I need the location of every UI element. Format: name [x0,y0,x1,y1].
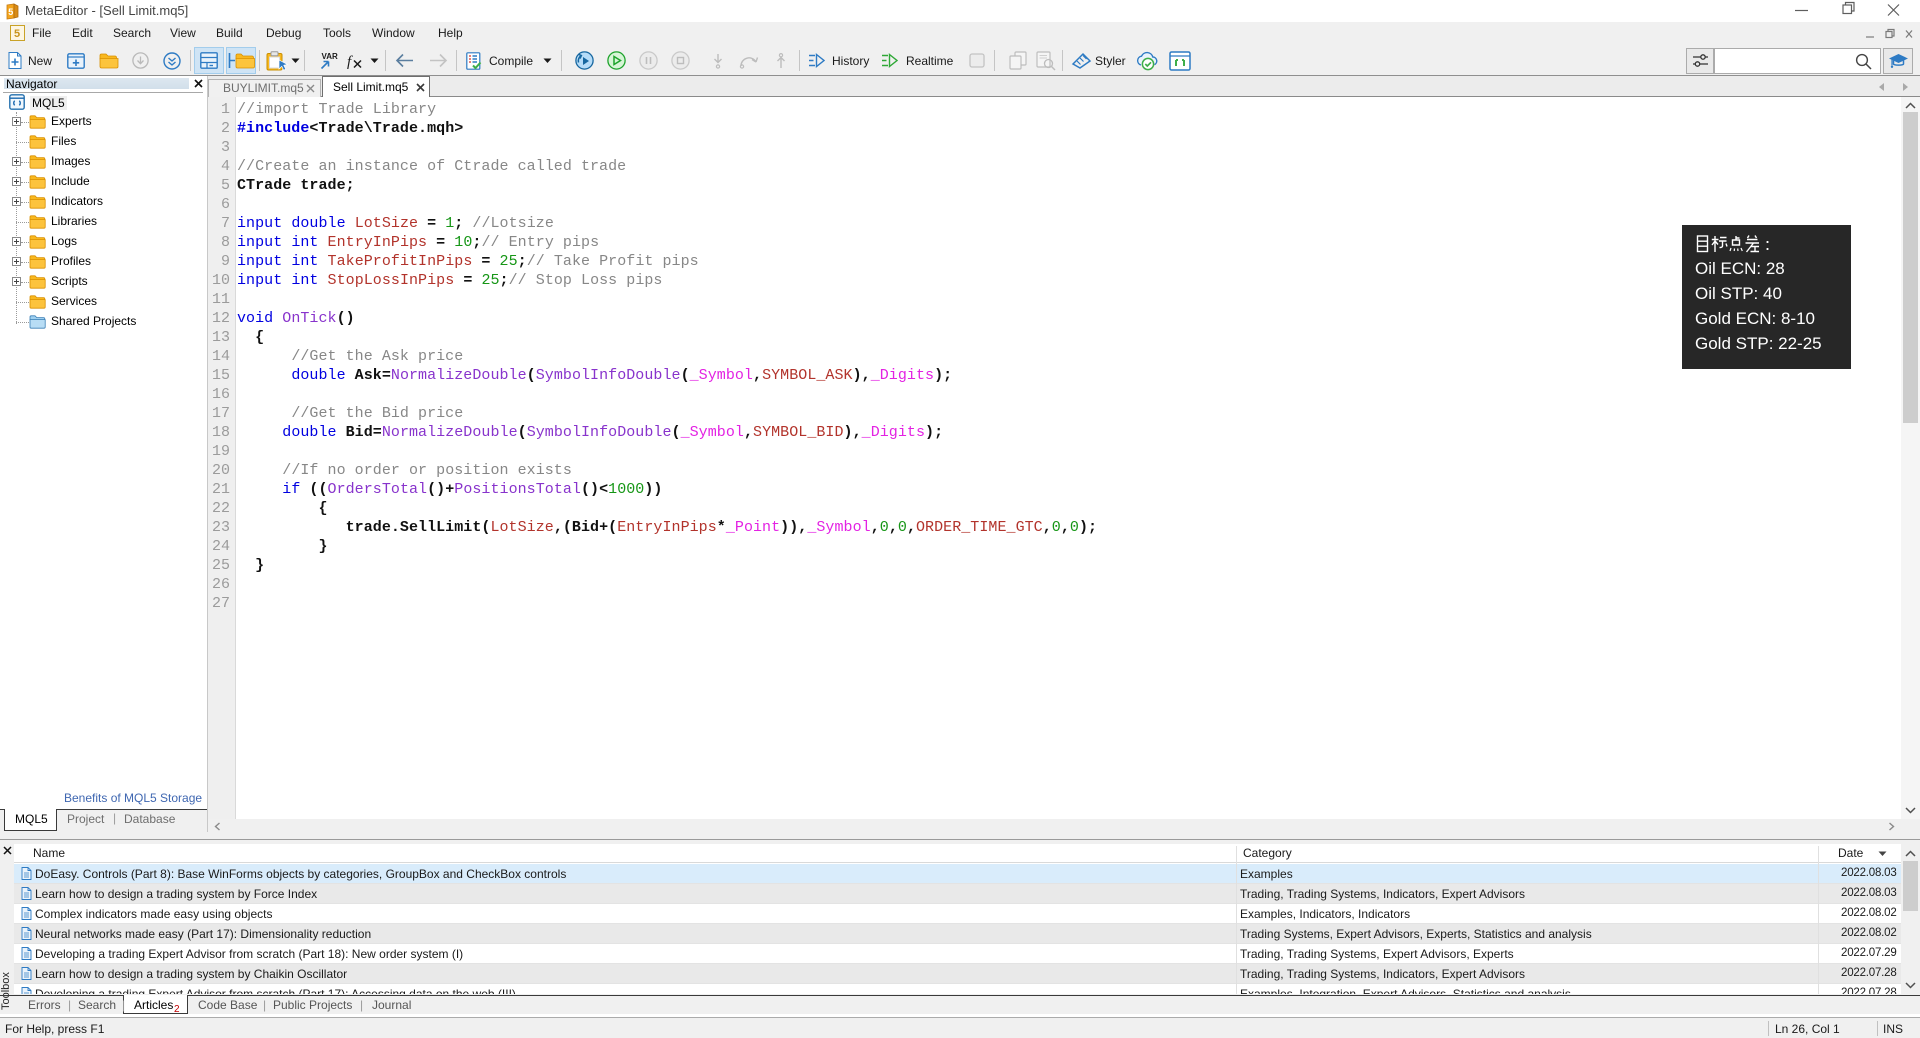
svg-text:VAR: VAR [322,52,339,61]
svg-text:5: 5 [14,28,20,40]
svg-text:f: f [347,54,353,70]
svg-text:5: 5 [8,7,13,17]
